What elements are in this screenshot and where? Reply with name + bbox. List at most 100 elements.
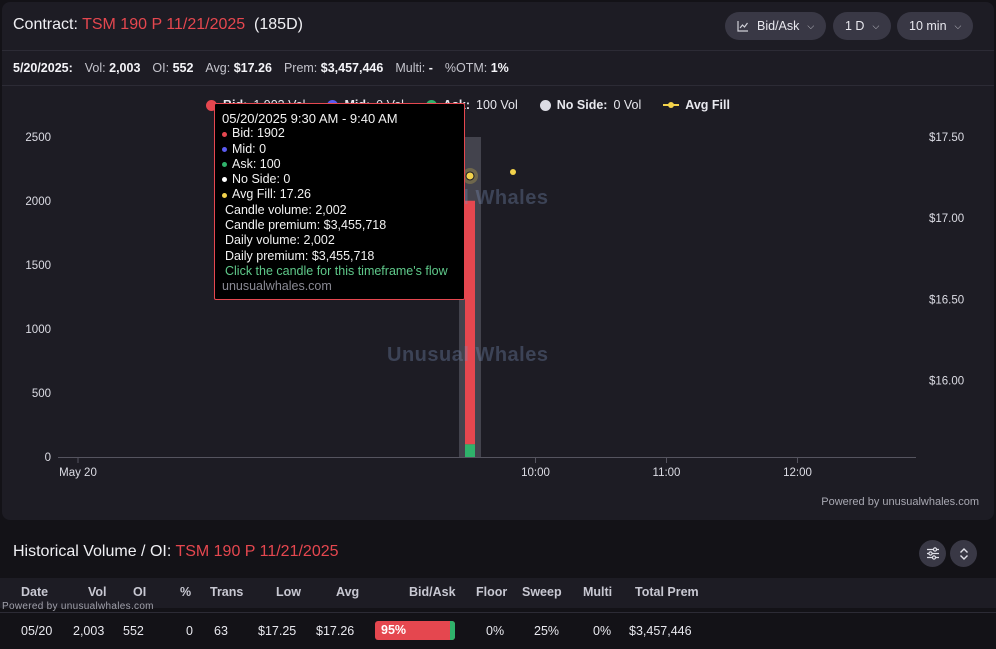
stat-oi: 552 <box>172 61 194 75</box>
history-contract: TSM 190 P 11/21/2025 <box>175 543 339 560</box>
stat-multi: - <box>428 61 433 75</box>
y-tick-label: 500 <box>32 388 51 400</box>
chevron-down-icon: ⌵ <box>807 20 815 31</box>
cell-sweep: 25% <box>534 624 560 638</box>
tooltip-title: 05/20/2025 9:30 AM - 9:40 AM <box>222 111 398 126</box>
column-header[interactable]: Sweep <box>522 585 562 599</box>
line-chart-icon <box>737 21 748 32</box>
cell-vol: 2,003 <box>73 624 105 638</box>
stat-prem: $3,457,446 <box>320 61 384 75</box>
column-header[interactable]: % <box>180 585 191 599</box>
stat-multi-label: Multi: <box>395 61 426 75</box>
cell-date: 05/20 <box>21 624 53 638</box>
stat-otm-label: %OTM: <box>444 61 488 75</box>
contract-stats-bar: 5/20/2025: Vol: 2,003 OI: 552 Avg: $17.2… <box>2 50 994 86</box>
price-tick-label: $17.50 <box>929 132 964 144</box>
y-tick-label: 2000 <box>25 196 51 208</box>
tooltip-mid: Mid: 0 <box>232 141 267 156</box>
legend-name: Avg Fill <box>685 98 730 112</box>
avgfill-point <box>510 168 516 175</box>
chevron-up-down-icon <box>959 547 968 560</box>
table-row[interactable]: 05/20 2,003 552 0 63 $17.25 $17.26 95% 0… <box>0 612 996 649</box>
filter-settings-button[interactable] <box>919 540 946 567</box>
stat-vol: 2,003 <box>109 61 141 75</box>
column-header[interactable]: Date <box>21 585 48 599</box>
x-tick-label: 12:00 <box>783 467 812 479</box>
stat-avg-label: Avg: <box>205 61 231 75</box>
cell-floor: 0% <box>486 624 505 638</box>
y-tick-label: 1000 <box>25 324 51 336</box>
legend-item-3[interactable]: No Side: 0 Vol <box>539 98 641 112</box>
column-header[interactable]: Multi <box>583 585 612 599</box>
chevron-down-icon: ⌵ <box>872 20 880 31</box>
interval-dropdown[interactable]: 10 min ⌵ <box>897 12 974 40</box>
powered-by-text: Powered by unusualwhales.com <box>821 496 979 508</box>
column-header[interactable]: Floor <box>476 585 507 599</box>
tooltip-ask: Ask: 100 <box>232 156 281 171</box>
chevron-down-icon: ⌵ <box>954 20 962 31</box>
sliders-icon <box>926 547 939 560</box>
contract-title: Contract: TSM 190 P 11/21/2025 (185D) <box>13 16 303 34</box>
column-header[interactable]: Trans <box>210 585 243 599</box>
stat-vol-label: Vol: <box>84 61 106 75</box>
y-tick-label: 1500 <box>25 260 51 272</box>
bidask-dropdown[interactable]: Bid/Ask ⌵ <box>725 12 827 40</box>
x-tick-label: May 20 <box>59 467 97 479</box>
tooltip-daily-premium: Daily premium: $3,455,718 <box>225 248 375 263</box>
ask-dot-icon <box>222 162 227 168</box>
mid-dot-icon <box>222 146 227 152</box>
x-tick-label: 11:00 <box>653 467 681 479</box>
stat-oi-label: OI: <box>152 61 170 75</box>
legend-dot-icon <box>539 99 551 111</box>
bidask-ask-fill <box>450 621 455 640</box>
cell-pct: 0 <box>186 624 193 638</box>
tooltip-noside: No Side: 0 <box>232 172 291 187</box>
interval-label: 10 min <box>909 19 947 33</box>
avgfill-legend-icon <box>663 98 680 112</box>
price-tick-label: $16.00 <box>929 376 964 388</box>
bidask-bar: 95% <box>375 621 455 640</box>
stat-otm: 1% <box>490 61 509 75</box>
history-powered-text: Powered by unusualwhales.com <box>2 601 154 612</box>
candle-tooltip: 05/20/2025 9:30 AM - 9:40 AM Bid: 1902 M… <box>214 103 465 300</box>
bid-dot-icon <box>222 131 227 137</box>
cell-total-prem: $3,457,446 <box>629 624 692 638</box>
column-header[interactable]: Avg <box>336 585 359 599</box>
range-dropdown[interactable]: 1 D ⌵ <box>833 12 892 40</box>
column-header[interactable]: Low <box>276 585 301 599</box>
legend-item-4[interactable]: Avg Fill <box>663 98 730 112</box>
avgfill-dot-icon <box>222 192 227 198</box>
history-title-label: Historical Volume / OI: <box>13 543 172 560</box>
price-tick-label: $16.50 <box>929 294 964 306</box>
tooltip-candle-premium: Candle premium: $3,455,718 <box>225 218 387 233</box>
expand-collapse-button[interactable] <box>950 540 977 567</box>
column-header[interactable]: Bid/Ask <box>409 585 456 599</box>
bar-ask <box>465 444 475 457</box>
cell-oi: 552 <box>123 624 144 638</box>
cell-bidask: 95% <box>381 623 407 637</box>
tooltip-candle-volume: Candle volume: 2,002 <box>225 202 347 217</box>
bidask-label: Bid/Ask <box>757 19 800 33</box>
days-to-expiry: (185D) <box>254 16 303 33</box>
column-header[interactable]: Total Prem <box>635 585 699 599</box>
legend-name: No Side: <box>556 98 608 112</box>
column-header[interactable]: OI <box>133 585 146 599</box>
avgfill-point <box>465 171 475 181</box>
chart-header: Contract: TSM 190 P 11/21/2025 (185D) Bi… <box>2 2 994 50</box>
watermark-lower: Unusual Whales <box>387 344 549 366</box>
tooltip-flow-link: Click the candle for this timeframe's fl… <box>225 263 448 278</box>
stat-prem-label: Prem: <box>283 61 318 75</box>
price-tick-label: $17.00 <box>929 213 964 225</box>
stat-avg: $17.26 <box>233 61 272 75</box>
bar-bid <box>465 200 475 445</box>
tooltip-bid: Bid: 1902 <box>232 126 285 141</box>
cell-avg: $17.26 <box>316 624 355 638</box>
cell-low: $17.25 <box>258 624 297 638</box>
stat-date: 5/20/2025: <box>13 61 73 75</box>
legend-value: 100 Vol <box>476 98 518 112</box>
contract-label: Contract: <box>13 16 78 33</box>
noside-dot-icon <box>222 177 227 183</box>
volume-chart[interactable]: 0 500 1000 1500 2000 2500 $16.00 $16.50 $17.00 $1… <box>0 84 996 504</box>
column-header[interactable]: Vol <box>88 585 107 599</box>
tooltip-daily-volume: Daily volume: 2,002 <box>225 233 335 248</box>
